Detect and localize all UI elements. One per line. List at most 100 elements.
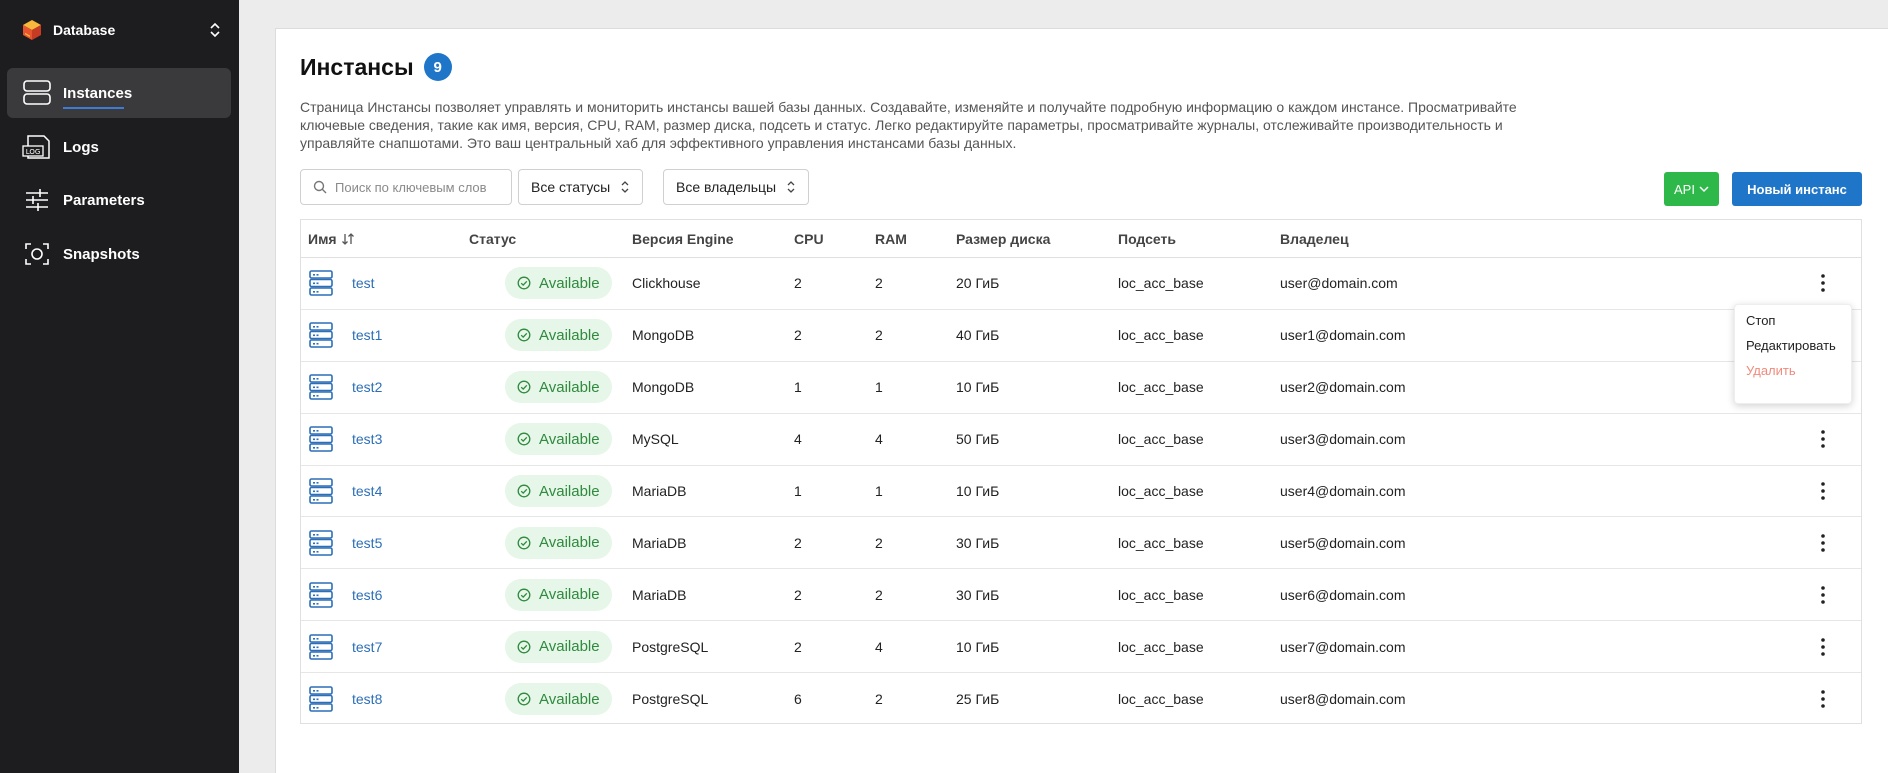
- sidebar-item-label: Logs: [63, 138, 99, 156]
- table-row[interactable]: test Available Clickhouse 2 2 20 ГиБ loc_acc_b…: [301, 258, 1861, 310]
- toolbar: Все статусы Все владельцы: [300, 169, 1862, 205]
- instance-name-link[interactable]: test2: [352, 379, 382, 395]
- ram-cell: 2: [875, 691, 883, 708]
- menu-item-delete[interactable]: Удалить: [1746, 363, 1796, 378]
- database-icon: [309, 530, 333, 556]
- status-badge: Available: [505, 526, 612, 559]
- instance-name-link[interactable]: test7: [352, 639, 382, 655]
- api-button[interactable]: API: [1664, 172, 1719, 206]
- instance-name-link[interactable]: test8: [352, 691, 382, 707]
- status-filter-select[interactable]: Все статусы: [518, 169, 644, 205]
- more-options-icon[interactable]: [1813, 479, 1833, 503]
- ram-cell: 4: [875, 431, 883, 448]
- brand-switcher[interactable]: Database: [22, 18, 222, 42]
- table-row[interactable]: test7 Available PostgreSQL 2 4 10 ГиБ loc_acc_…: [301, 621, 1861, 674]
- engine-cell: MongoDB: [632, 379, 695, 396]
- disk-cell: 25 ГиБ: [956, 691, 1000, 708]
- engine-cell: MongoDB: [632, 327, 695, 344]
- database-icon: [309, 322, 333, 349]
- column-cpu: CPU: [794, 231, 824, 247]
- menu-item-stop[interactable]: Стоп: [1746, 313, 1775, 328]
- database-icon: [309, 686, 333, 712]
- column-subnet: Подсеть: [1118, 231, 1176, 247]
- subnet-cell: loc_acc_base: [1118, 379, 1204, 396]
- sidebar-item-snapshots[interactable]: Snapshots: [7, 229, 231, 279]
- instance-name-link[interactable]: test1: [352, 327, 382, 343]
- status-text: Available: [539, 534, 600, 552]
- status-text: Available: [539, 586, 600, 604]
- row-actions-menu: Стоп Редактировать Удалить: [1734, 304, 1852, 404]
- instance-name-link[interactable]: test4: [352, 483, 382, 499]
- new-instance-button[interactable]: Новый инстанс: [1732, 172, 1862, 206]
- database-icon: [309, 581, 333, 608]
- more-options-icon[interactable]: [1813, 583, 1833, 607]
- search-box[interactable]: [300, 169, 512, 205]
- table-row[interactable]: test3 Available MySQL 4 4 50 ГиБ loc_acc_base u…: [301, 414, 1861, 466]
- table-row[interactable]: test6 Available MariaDB 2 2 30 ГиБ loc_acc_bas…: [301, 569, 1861, 622]
- chevron-down-icon: [1699, 186, 1709, 193]
- more-options-icon[interactable]: [1813, 271, 1833, 295]
- new-instance-label: Новый инстанс: [1747, 181, 1847, 197]
- page-header: Инстансы 9: [300, 53, 452, 81]
- sort-icon[interactable]: [341, 232, 355, 246]
- column-name-label: Имя: [308, 231, 337, 247]
- subnet-cell: loc_acc_base: [1118, 327, 1204, 344]
- main-content: Инстансы 9 Страница Инстансы позволяет у…: [275, 28, 1888, 773]
- status-text: Available: [539, 378, 600, 396]
- disk-cell: 40 ГиБ: [956, 327, 1000, 344]
- table-row[interactable]: test2 Available MongoDB 1 1 10 ГиБ loc_acc_bas…: [301, 362, 1861, 414]
- cpu-cell: 4: [794, 431, 802, 448]
- search-input[interactable]: [335, 179, 495, 195]
- engine-cell: MariaDB: [632, 483, 687, 499]
- disk-cell: 10 ГиБ: [956, 483, 1000, 499]
- table-row[interactable]: test5 Available MariaDB 2 2 30 ГиБ loc_acc_bas…: [301, 517, 1861, 570]
- ram-cell: 2: [875, 586, 883, 603]
- instance-name-link[interactable]: test5: [352, 535, 382, 551]
- chevron-updown-icon: [621, 181, 629, 193]
- owner-filter-value: Все владельцы: [676, 179, 777, 195]
- instances-table: Имя Статус Версия Engine CPU RAM Размер …: [300, 219, 1862, 724]
- sidebar-item-parameters[interactable]: Parameters: [7, 175, 231, 225]
- sidebar-item-label: Parameters: [63, 191, 145, 209]
- check-circle-icon: [517, 380, 531, 394]
- engine-cell: MariaDB: [632, 534, 687, 551]
- check-circle-icon: [517, 692, 531, 706]
- menu-item-edit[interactable]: Редактировать: [1746, 338, 1836, 353]
- disk-cell: 20 ГиБ: [956, 275, 1000, 292]
- engine-cell: PostgreSQL: [632, 638, 709, 655]
- column-name[interactable]: Имя: [308, 231, 355, 247]
- chevron-updown-icon: [787, 181, 795, 193]
- subnet-cell: loc_acc_base: [1118, 638, 1204, 655]
- check-circle-icon: [517, 588, 531, 602]
- disk-cell: 30 ГиБ: [956, 534, 1000, 551]
- table-row[interactable]: test4 Available MariaDB 1 1 10 ГиБ loc_acc_bas…: [301, 466, 1861, 518]
- disk-cell: 30 ГиБ: [956, 586, 1000, 603]
- sidebar: Database Instances LOG Logs Parameters S…: [0, 0, 239, 773]
- instance-name-link[interactable]: test3: [352, 431, 382, 447]
- table-row[interactable]: test8 Available PostgreSQL 6 2 25 ГиБ loc_acc_…: [301, 673, 1861, 725]
- sidebar-item-label: Snapshots: [63, 245, 140, 263]
- more-options-icon[interactable]: [1813, 687, 1833, 711]
- engine-cell: MySQL: [632, 431, 679, 448]
- status-text: Available: [539, 274, 600, 292]
- ram-cell: 2: [875, 327, 883, 344]
- database-logo-icon: [23, 20, 41, 40]
- chevron-updown-icon[interactable]: [208, 21, 222, 39]
- subnet-cell: loc_acc_base: [1118, 691, 1204, 708]
- sidebar-item-instances[interactable]: Instances: [7, 68, 231, 118]
- check-circle-icon: [517, 484, 531, 498]
- table-row[interactable]: test1 Available MongoDB 2 2 40 ГиБ loc_acc_bas…: [301, 310, 1861, 362]
- sidebar-item-logs[interactable]: LOG Logs: [7, 122, 231, 172]
- column-ram: RAM: [875, 231, 907, 247]
- owner-filter-select[interactable]: Все владельцы: [663, 169, 810, 205]
- instance-name-link[interactable]: test6: [352, 587, 382, 603]
- more-options-icon[interactable]: [1813, 635, 1833, 659]
- subnet-cell: loc_acc_base: [1118, 275, 1204, 292]
- engine-cell: Clickhouse: [632, 275, 701, 292]
- owner-cell: user6@domain.com: [1280, 586, 1406, 603]
- status-text: Available: [539, 690, 600, 708]
- subnet-cell: loc_acc_base: [1118, 534, 1204, 551]
- more-options-icon[interactable]: [1813, 531, 1833, 555]
- instance-name-link[interactable]: test: [352, 275, 375, 291]
- more-options-icon[interactable]: [1813, 427, 1833, 451]
